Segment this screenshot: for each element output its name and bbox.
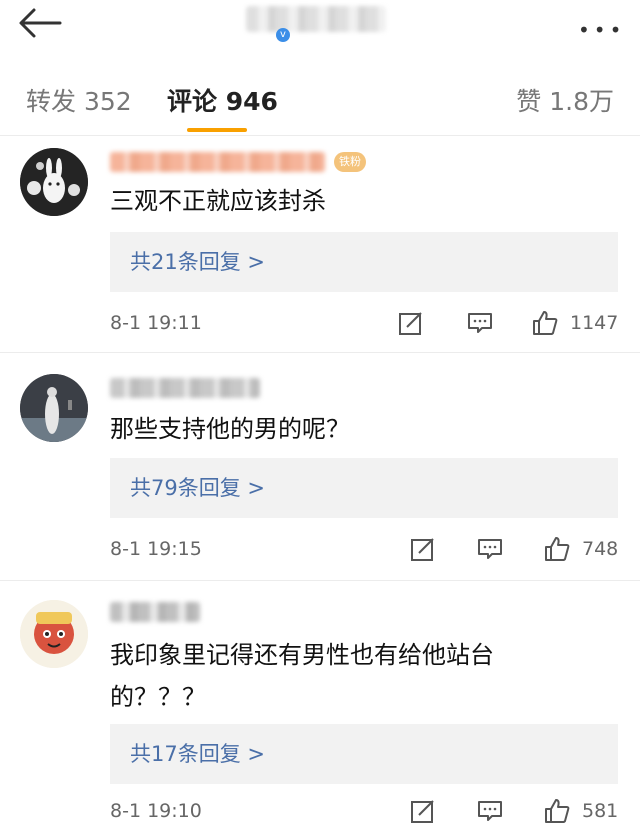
comment-item: 铁粉 三观不正就应该封杀 共21条回复 > 8-1 19:11 1147 bbox=[0, 140, 640, 354]
comment-text: 我印象里记得还有男性也有给他站台 的？？？ bbox=[110, 636, 610, 716]
reply-summary-link[interactable]: 共17条回复 > bbox=[130, 738, 265, 768]
comment-item: 我印象里记得还有男性也有给他站台 的？？？ 共17条回复 > 8-1 19:10… bbox=[0, 592, 640, 836]
repost-icon[interactable] bbox=[398, 310, 424, 336]
fan-badge: 铁粉 bbox=[334, 152, 366, 172]
reply-summary-box[interactable]: 共17条回复 > bbox=[110, 724, 618, 784]
comment-time: 8-1 19:15 bbox=[110, 538, 202, 560]
comment-meta: 8-1 19:11 1147 bbox=[110, 310, 618, 340]
verified-badge-icon: v bbox=[276, 28, 290, 42]
comment-item: 那些支持他的男的呢？ 共79条回复 > 8-1 19:15 748 bbox=[0, 366, 640, 580]
like-count: 1147 bbox=[570, 312, 619, 334]
top-bar: v ••• bbox=[0, 0, 640, 62]
comment-text-line: 的？？？ bbox=[110, 683, 206, 711]
comment-text: 三观不正就应该封杀 bbox=[110, 187, 326, 215]
blurred-username[interactable] bbox=[110, 378, 260, 398]
comment-time: 8-1 19:10 bbox=[110, 800, 202, 822]
avatar[interactable] bbox=[20, 148, 88, 216]
like-count: 748 bbox=[582, 538, 619, 560]
avatar[interactable] bbox=[20, 374, 88, 442]
like-icon[interactable] bbox=[532, 310, 558, 336]
active-tab-indicator bbox=[187, 128, 247, 132]
tab-repost[interactable]: 转发 352 bbox=[26, 82, 132, 118]
reply-summary-box[interactable]: 共21条回复 > bbox=[110, 232, 618, 292]
blurred-account-name bbox=[246, 6, 386, 32]
tab-comments[interactable]: 评论 946 bbox=[167, 82, 278, 118]
tab-bar: 转发 352 评论 946 赞 1.8万 bbox=[0, 62, 640, 136]
comment-text-line: 我印象里记得还有男性也有给他站台 bbox=[110, 641, 494, 669]
comment-icon[interactable] bbox=[467, 310, 493, 336]
like-icon[interactable] bbox=[544, 798, 570, 824]
divider bbox=[0, 352, 640, 353]
comment-time: 8-1 19:11 bbox=[110, 312, 202, 334]
reply-summary-box[interactable]: 共79条回复 > bbox=[110, 458, 618, 518]
comment-meta: 8-1 19:15 748 bbox=[110, 536, 618, 566]
like-icon[interactable] bbox=[544, 536, 570, 562]
more-dots-icon[interactable]: ••• bbox=[578, 18, 625, 42]
like-count: 581 bbox=[582, 800, 619, 822]
comment-icon[interactable] bbox=[477, 798, 503, 824]
reply-summary-link[interactable]: 共21条回复 > bbox=[130, 246, 265, 276]
comment-meta: 8-1 19:10 581 bbox=[110, 798, 618, 828]
blurred-username[interactable] bbox=[110, 152, 325, 172]
blurred-username[interactable] bbox=[110, 602, 200, 622]
comment-icon[interactable] bbox=[477, 536, 503, 562]
reply-summary-link[interactable]: 共79条回复 > bbox=[130, 472, 265, 502]
divider bbox=[0, 580, 640, 581]
repost-icon[interactable] bbox=[410, 798, 436, 824]
comment-text: 那些支持他的男的呢？ bbox=[110, 415, 350, 443]
repost-icon[interactable] bbox=[410, 536, 436, 562]
avatar[interactable] bbox=[20, 600, 88, 668]
arrow-left-icon[interactable] bbox=[16, 6, 64, 40]
tab-likes[interactable]: 赞 1.8万 bbox=[516, 82, 614, 118]
